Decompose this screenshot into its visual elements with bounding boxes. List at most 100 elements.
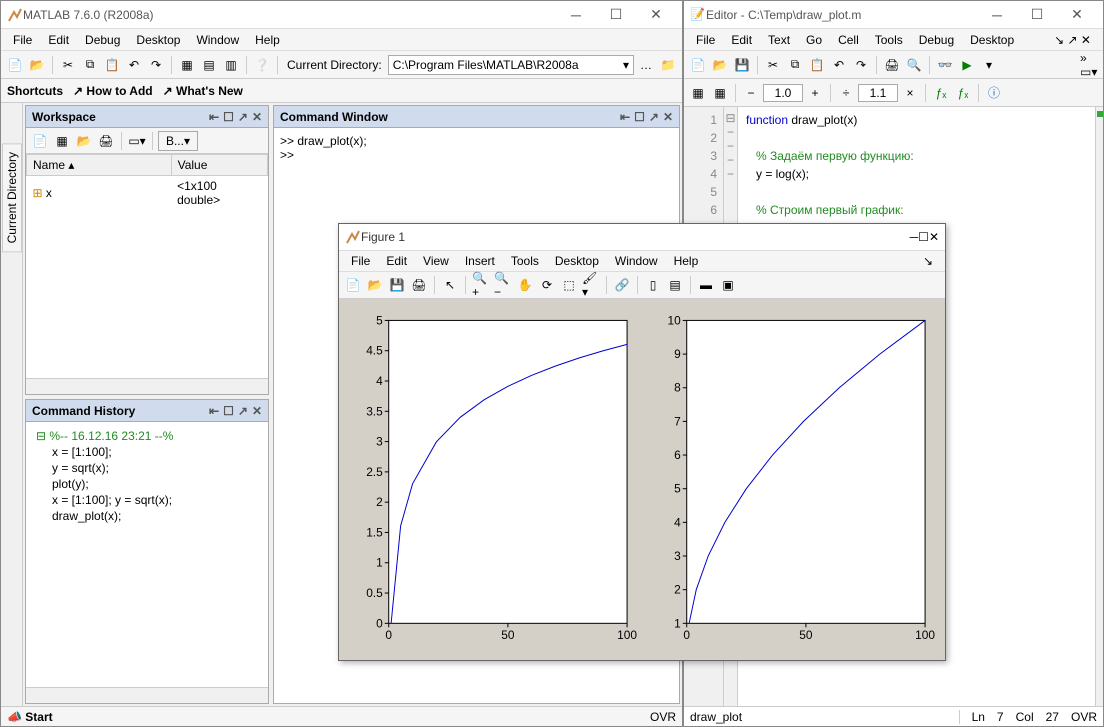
panel-close-icon[interactable]: ✕ <box>252 110 262 124</box>
new-icon[interactable]: 📄 <box>5 55 25 75</box>
panel-close-icon[interactable]: ✕ <box>252 404 262 418</box>
panel-maximize-icon[interactable]: ☐ <box>634 110 645 124</box>
history-line[interactable]: draw_plot(x); <box>32 508 262 524</box>
run-icon[interactable]: ▶ <box>957 55 977 75</box>
help-icon[interactable]: ❔ <box>252 55 272 75</box>
plus-icon[interactable]: + <box>805 83 825 103</box>
show-tools-icon[interactable]: ▣ <box>718 275 738 295</box>
history-line[interactable]: x = [1:100]; <box>32 444 262 460</box>
panel-dropdown-icon[interactable]: ↗ <box>649 110 659 124</box>
current-directory-tab[interactable]: Current Directory <box>1 103 23 706</box>
up-folder-icon[interactable]: 📁 <box>658 55 678 75</box>
guide-icon[interactable]: ▤ <box>199 55 219 75</box>
menu-debug[interactable]: Debug <box>77 31 128 49</box>
paste-icon[interactable]: 📋 <box>807 55 827 75</box>
cut-icon[interactable]: ✂ <box>763 55 783 75</box>
minimize-button[interactable]: ─ <box>977 7 1017 23</box>
editor-dock-icon[interactable]: ↘ ↗ ✕ <box>1046 31 1099 49</box>
menu-help[interactable]: Help <box>666 252 707 270</box>
panel-undock-icon[interactable]: ⇤ <box>209 404 219 418</box>
binoculars-icon[interactable]: 👓 <box>935 55 955 75</box>
new-icon[interactable]: 📄 <box>688 55 708 75</box>
maximize-button[interactable]: ☐ <box>596 6 636 23</box>
zoom-out-icon[interactable]: 🔍− <box>493 275 513 295</box>
open-icon[interactable]: 📂 <box>710 55 730 75</box>
close-button[interactable]: ✕ <box>1057 6 1097 23</box>
panel-close-icon[interactable]: ✕ <box>663 110 673 124</box>
shortcut-whatsnew[interactable]: ↗ What's New <box>163 84 243 98</box>
menu-desktop[interactable]: Desktop <box>962 31 1022 49</box>
maximize-button[interactable]: ☐ <box>918 230 929 244</box>
legend-icon[interactable]: ▤ <box>665 275 685 295</box>
table-row[interactable]: ⊞ x <1x100 double> <box>27 176 268 211</box>
fx2-icon[interactable]: ƒₓ <box>953 83 973 103</box>
copy-icon[interactable]: ⧉ <box>80 55 100 75</box>
cell-eval-advance-icon[interactable]: ▦ <box>710 83 730 103</box>
zoom-in-icon[interactable]: 🔍+ <box>471 275 491 295</box>
minimize-button[interactable]: ─ <box>910 230 919 244</box>
history-scrollbar[interactable] <box>26 687 268 703</box>
save-icon[interactable]: 💾 <box>387 275 407 295</box>
zoom-input-1[interactable] <box>763 84 803 102</box>
menu-help[interactable]: Help <box>247 31 288 49</box>
menu-desktop[interactable]: Desktop <box>128 31 188 49</box>
history-line[interactable]: x = [1:100]; y = sqrt(x); <box>32 492 262 508</box>
minimize-button[interactable]: ─ <box>556 7 596 23</box>
undo-icon[interactable]: ↶ <box>124 55 144 75</box>
menu-edit[interactable]: Edit <box>378 252 415 270</box>
redo-icon[interactable]: ↷ <box>146 55 166 75</box>
menu-debug[interactable]: Debug <box>911 31 962 49</box>
info-icon[interactable]: ⓘ <box>984 83 1004 103</box>
data-cursor-icon[interactable]: ⬚ <box>559 275 579 295</box>
browse-icon[interactable]: … <box>636 55 656 75</box>
new-figure-icon[interactable]: 📄 <box>343 275 363 295</box>
paste-icon[interactable]: 📋 <box>102 55 122 75</box>
ws-new-icon[interactable]: 📄 <box>30 131 50 151</box>
print-icon[interactable]: 🖨 <box>409 275 429 295</box>
menu-cell[interactable]: Cell <box>830 31 867 49</box>
pan-icon[interactable]: ✋ <box>515 275 535 295</box>
close-button[interactable]: ✕ <box>929 230 939 244</box>
colorbar-icon[interactable]: ▯ <box>643 275 663 295</box>
save-icon[interactable]: 💾 <box>732 55 752 75</box>
ws-scrollbar[interactable] <box>26 378 268 394</box>
menu-file[interactable]: File <box>343 252 378 270</box>
shortcut-howto[interactable]: ↗ How to Add <box>73 84 153 98</box>
menu-text[interactable]: Text <box>760 31 798 49</box>
panel-dropdown-icon[interactable]: ↗ <box>238 110 248 124</box>
menu-window[interactable]: Window <box>607 252 666 270</box>
ws-open-icon[interactable]: 📂 <box>74 131 94 151</box>
undo-icon[interactable]: ↶ <box>829 55 849 75</box>
run-dropdown-icon[interactable]: ▾ <box>979 55 999 75</box>
ws-base-select[interactable]: B...▾ <box>158 131 198 151</box>
simulink-icon[interactable]: ▦ <box>177 55 197 75</box>
panel-undock-icon[interactable]: ⇤ <box>209 110 219 124</box>
menu-file[interactable]: File <box>5 31 40 49</box>
close-button[interactable]: ✕ <box>636 6 676 23</box>
hide-tools-icon[interactable]: ▬ <box>696 275 716 295</box>
ws-print-icon[interactable]: 🖨 <box>96 131 116 151</box>
profiler-icon[interactable]: ▥ <box>221 55 241 75</box>
menu-desktop[interactable]: Desktop <box>547 252 607 270</box>
panel-maximize-icon[interactable]: ☐ <box>223 110 234 124</box>
rotate-icon[interactable]: ⟳ <box>537 275 557 295</box>
curdir-field[interactable]: C:\Program Files\MATLAB\R2008a▾ <box>388 55 634 75</box>
start-button[interactable]: 📣 Start <box>7 710 53 724</box>
menu-file[interactable]: File <box>688 31 723 49</box>
multiply-icon[interactable]: × <box>900 83 920 103</box>
menu-window[interactable]: Window <box>188 31 247 49</box>
minus-icon[interactable]: − <box>741 83 761 103</box>
open-icon[interactable]: 📂 <box>27 55 47 75</box>
menu-tools[interactable]: Tools <box>867 31 911 49</box>
menu-go[interactable]: Go <box>798 31 830 49</box>
panel-dropdown-icon[interactable]: ↗ <box>238 404 248 418</box>
ws-col-value[interactable]: Value <box>178 158 208 172</box>
ws-plot-icon[interactable]: ▭▾ <box>127 131 147 151</box>
ws-col-name[interactable]: Name <box>33 158 65 172</box>
panel-maximize-icon[interactable]: ☐ <box>223 404 234 418</box>
pointer-icon[interactable]: ↖ <box>440 275 460 295</box>
redo-icon[interactable]: ↷ <box>851 55 871 75</box>
find-icon[interactable]: 🔍 <box>904 55 924 75</box>
menu-edit[interactable]: Edit <box>723 31 760 49</box>
print-icon[interactable]: 🖨 <box>882 55 902 75</box>
